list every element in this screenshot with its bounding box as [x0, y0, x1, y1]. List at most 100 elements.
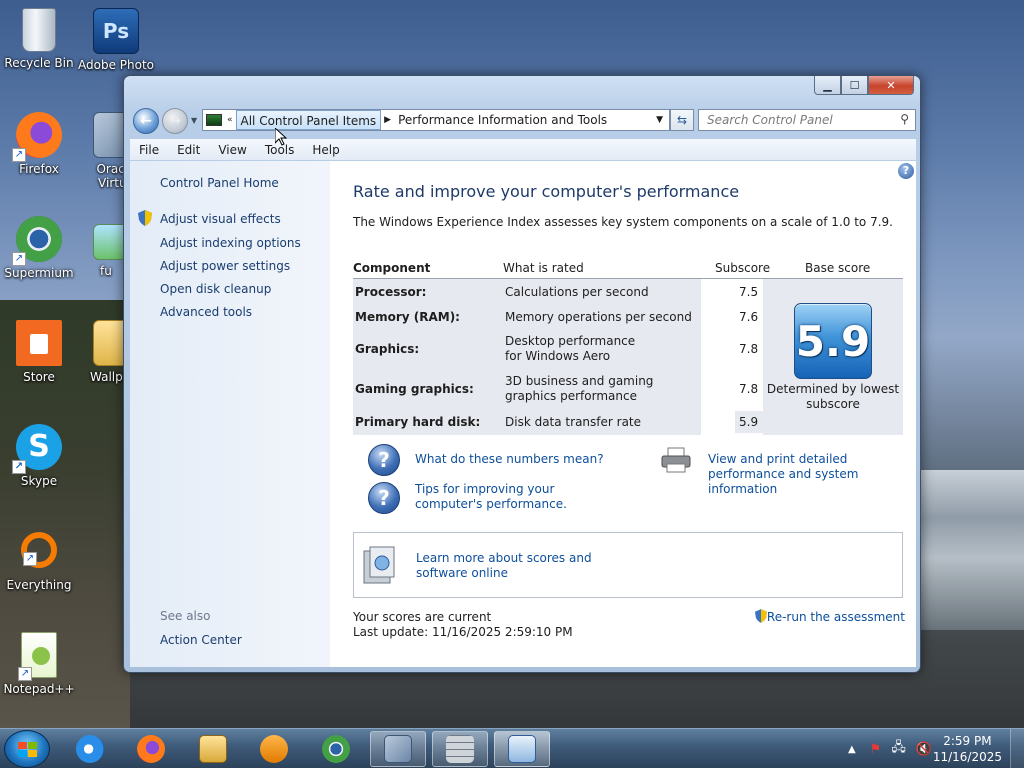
row-processor-component: Processor:	[355, 285, 427, 299]
virtualbox-icon	[384, 735, 412, 763]
forward-arrow-icon: →	[169, 113, 181, 129]
learn-more-box: Learn more about scores and software onl…	[353, 532, 903, 598]
firefox-icon	[137, 735, 165, 763]
see-also-heading: See also	[160, 609, 211, 623]
row-hard-disk-subscore: 5.9	[739, 415, 759, 429]
refresh-icon: ⇆	[676, 113, 688, 127]
score-table-header: Component What is rated Subscore Base sc…	[353, 257, 903, 279]
desktop-icon-everything[interactable]: ↗ Everything	[1, 528, 77, 592]
address-overflow-chevron[interactable]: «	[224, 115, 236, 125]
minimize-icon: ▁	[823, 78, 832, 92]
close-icon: ✕	[886, 78, 896, 92]
window-body: Control Panel Home Adjust visual effects…	[130, 161, 916, 667]
taskbar-supermium[interactable]	[308, 731, 364, 767]
desktop-icon-store[interactable]: Store	[1, 320, 77, 384]
desktop-icon-firefox[interactable]: ↗ Firefox	[1, 112, 77, 176]
desktop-icon-recycle-bin[interactable]: Recycle Bin	[1, 8, 77, 70]
menu-help[interactable]: Help	[303, 143, 348, 157]
network-icon[interactable]: 🖧	[891, 738, 906, 760]
show-hidden-icons-chevron[interactable]: ▲	[848, 744, 856, 755]
sidebar-open-disk-cleanup[interactable]: Open disk cleanup	[160, 282, 271, 296]
maximize-button[interactable]: ☐	[841, 76, 868, 95]
sidebar-control-panel-home[interactable]: Control Panel Home	[160, 176, 279, 190]
uac-shield-icon	[138, 210, 152, 226]
control-panel-icon	[206, 114, 222, 126]
row-processor-subscore: 7.5	[739, 285, 759, 299]
shortcut-arrow-icon: ↗	[12, 252, 26, 266]
taskbar-firefox[interactable]	[123, 731, 179, 767]
search-icon[interactable]: ⚲	[900, 112, 909, 126]
desktop-icon-notepad-plus-plus[interactable]: ↗ Notepad++	[1, 632, 77, 696]
taskbar-control-panel[interactable]	[494, 731, 550, 767]
question-icon: ?	[368, 482, 400, 514]
base-score-caption: Determined by lowest subscore	[766, 382, 900, 411]
sidebar-action-center[interactable]: Action Center	[160, 633, 242, 647]
breadcrumb-all-control-panel-items[interactable]: All Control Panel Items	[235, 110, 382, 130]
uac-shield-icon	[754, 609, 767, 623]
taskbar-file-explorer[interactable]	[185, 731, 241, 767]
help-icon[interactable]: ?	[898, 163, 914, 179]
sidebar-adjust-power-settings[interactable]: Adjust power settings	[160, 259, 290, 273]
sidebar-adjust-indexing-options[interactable]: Adjust indexing options	[160, 236, 301, 250]
breadcrumb-performance-information[interactable]: Performance Information and Tools	[394, 110, 611, 130]
score-table: Component What is rated Subscore Base sc…	[353, 257, 903, 435]
close-button[interactable]: ✕	[868, 76, 914, 95]
forward-button[interactable]: →	[162, 108, 188, 134]
action-center-flag-icon[interactable]: ⚑	[870, 742, 882, 757]
printer-icon	[661, 447, 691, 473]
menu-file[interactable]: File	[130, 143, 168, 157]
menu-view[interactable]: View	[209, 143, 255, 157]
refresh-button[interactable]: ⇆	[670, 109, 694, 131]
start-button[interactable]	[4, 730, 50, 768]
desktop-icon-photoshop[interactable]: Ps Adobe Photo	[78, 8, 154, 72]
notepad-plus-plus-icon: ↗	[18, 632, 57, 681]
desktop-icon-skype[interactable]: S ↗ Skype	[1, 424, 77, 488]
maximize-icon: ☐	[849, 78, 860, 92]
desktop-icon-label: Store	[23, 370, 55, 384]
link-tips-improving[interactable]: Tips for improving your computer's perfo…	[415, 482, 625, 512]
row-memory-subscore: 7.6	[739, 310, 759, 324]
show-desktop-button[interactable]	[1010, 729, 1024, 768]
shortcut-arrow-icon: ↗	[23, 552, 37, 566]
desktop-icon-supermium[interactable]: ↗ Supermium	[1, 216, 77, 280]
search-input[interactable]: Search Control Panel ⚲	[698, 109, 916, 131]
store-icon	[16, 320, 62, 366]
rerun-assessment-link[interactable]: Re-run the assessment	[754, 609, 905, 624]
skype-icon: S ↗	[12, 424, 62, 474]
row-gaming-graphics-subscore: 7.8	[739, 382, 759, 396]
back-button[interactable]: ←	[133, 108, 159, 134]
minimize-button[interactable]: ▁	[814, 76, 841, 95]
supermium-icon: ↗	[12, 216, 62, 266]
performance-window: ▁ ☐ ✕ ← → ▼ « All Control Panel Items ▶ …	[123, 75, 921, 673]
control-panel-icon	[508, 735, 536, 763]
address-dropdown-icon[interactable]: ▼	[650, 115, 669, 125]
taskbar-internet-explorer[interactable]	[62, 731, 118, 767]
desktop-icon-label: Everything	[6, 578, 72, 592]
link-view-print-details[interactable]: View and print detailed performance and …	[708, 452, 908, 497]
row-memory-component: Memory (RAM):	[355, 310, 460, 324]
address-bar[interactable]: « All Control Panel Items ▶ Performance …	[202, 109, 670, 131]
base-score-badge: 5.9	[794, 303, 872, 379]
recycle-bin-icon	[22, 8, 56, 52]
recent-pages-dropdown[interactable]: ▼	[191, 116, 197, 125]
sidebar-advanced-tools[interactable]: Advanced tools	[160, 305, 252, 319]
page-description: The Windows Experience Index assesses ke…	[353, 215, 893, 229]
breadcrumb-separator-icon[interactable]: ▶	[381, 115, 394, 125]
question-icon: ?	[368, 444, 400, 476]
sidebar-adjust-visual-effects[interactable]: Adjust visual effects	[160, 212, 281, 226]
taskbar-media-player[interactable]	[246, 731, 302, 767]
rerun-assessment-label: Re-run the assessment	[766, 610, 905, 624]
volume-muted-icon[interactable]: 🔇	[916, 742, 932, 757]
clock[interactable]: 2:59 PM 11/16/2025	[933, 733, 1002, 765]
link-what-do-numbers-mean[interactable]: What do these numbers mean?	[415, 452, 604, 467]
header-subscore: Subscore	[715, 261, 771, 275]
link-learn-more-scores[interactable]: Learn more about scores and software onl…	[416, 551, 636, 581]
menu-edit[interactable]: Edit	[168, 143, 209, 157]
row-graphics-component: Graphics:	[355, 342, 420, 356]
system-tray: ▲ ⚑ 🖧 🔇	[848, 729, 932, 768]
taskbar-app[interactable]	[432, 731, 488, 767]
desktop-icon-label: Notepad++	[3, 682, 75, 696]
software-box-icon	[363, 546, 395, 584]
row-gaming-graphics-rated: 3D business and gaming graphics performa…	[505, 374, 654, 403]
taskbar-virtualbox[interactable]	[370, 731, 426, 767]
